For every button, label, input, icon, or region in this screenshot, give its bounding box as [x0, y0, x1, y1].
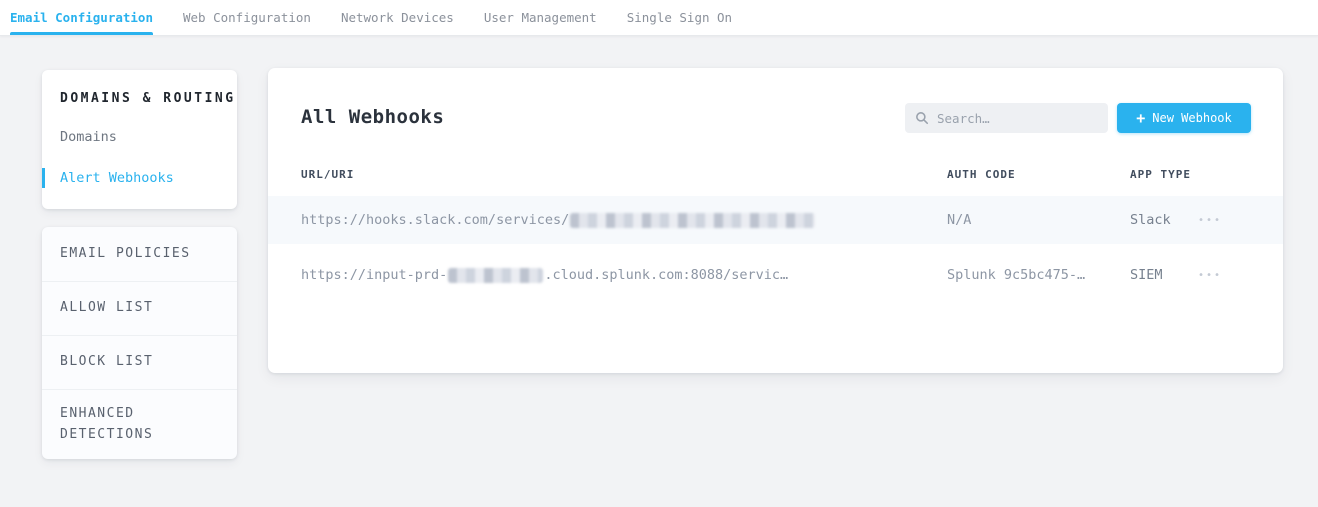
webhook-url-prefix: https://hooks.slack.com/services/ [301, 212, 569, 228]
redacted-url-segment [570, 213, 815, 228]
webhook-url-suffix: .cloud.splunk.com:8088/servic… [544, 267, 788, 283]
page-title: All Webhooks [301, 106, 444, 128]
sidebar-item-enhanced-detections[interactable]: ENHANCED DETECTIONS [42, 389, 237, 459]
tab-network-devices[interactable]: Network Devices [341, 0, 454, 35]
tab-web-configuration[interactable]: Web Configuration [183, 0, 311, 35]
webhook-auth-code-cell: Splunk 9c5bc475-… [947, 244, 1085, 306]
webhook-app-type-cell: Slack [1130, 196, 1171, 244]
new-webhook-button[interactable]: + New Webhook [1117, 103, 1251, 133]
webhook-url-prefix: https://input-prd- [301, 267, 447, 283]
redacted-url-segment [448, 268, 543, 283]
plus-icon: + [1136, 111, 1145, 126]
table-row[interactable]: https://input-prd- .cloud.splunk.com:808… [268, 244, 1283, 306]
sidebar-item-label: BLOCK LIST [60, 352, 153, 373]
row-actions-menu-button[interactable]: ••• [1198, 244, 1222, 306]
column-header-url: URL/URI [301, 168, 354, 181]
sidebar-item-block-list[interactable]: BLOCK LIST [42, 335, 237, 389]
sidebar-section-stack: EMAIL POLICIES ALLOW LIST BLOCK LIST ENH… [42, 227, 237, 459]
tab-single-sign-on[interactable]: Single Sign On [627, 0, 732, 35]
column-header-auth-code: AUTH CODE [947, 168, 1016, 181]
sidebar-item-label: ENHANCED DETECTIONS [60, 404, 192, 446]
domains-routing-card: DOMAINS & ROUTING Domains Alert Webhooks [42, 70, 237, 209]
domains-routing-heading: DOMAINS & ROUTING [42, 91, 237, 106]
column-header-app-type: APP TYPE [1130, 168, 1191, 181]
sidebar-item-allow-list[interactable]: ALLOW LIST [42, 281, 237, 335]
tab-user-management[interactable]: User Management [484, 0, 597, 35]
webhook-url-cell: https://hooks.slack.com/services/ [301, 196, 816, 244]
webhook-table-header: URL/URI AUTH CODE APP TYPE [268, 168, 1283, 194]
all-webhooks-card: All Webhooks + New Webhook URL/URI AUTH … [268, 68, 1283, 373]
sidebar-item-alert-webhooks[interactable]: Alert Webhooks [42, 168, 237, 188]
webhook-url-cell: https://input-prd- .cloud.splunk.com:808… [301, 244, 788, 306]
webhook-app-type-cell: SIEM [1130, 244, 1163, 306]
row-actions-menu-button[interactable]: ••• [1198, 196, 1222, 244]
sidebar-item-label: EMAIL POLICIES [60, 244, 191, 265]
ellipsis-icon: ••• [1198, 270, 1222, 281]
search-input[interactable] [937, 111, 1098, 126]
webhook-search[interactable] [905, 103, 1108, 133]
search-icon [915, 111, 929, 125]
sidebar-item-label: ALLOW LIST [60, 298, 153, 319]
webhook-auth-code-cell: N/A [947, 196, 971, 244]
sidebar-item-email-policies[interactable]: EMAIL POLICIES [42, 227, 237, 281]
top-nav: Email Configuration Web Configuration Ne… [0, 0, 1318, 36]
table-row[interactable]: https://hooks.slack.com/services/ N/A Sl… [268, 196, 1283, 244]
ellipsis-icon: ••• [1198, 215, 1222, 226]
tab-email-configuration[interactable]: Email Configuration [10, 0, 153, 35]
sidebar-item-domains[interactable]: Domains [42, 127, 237, 147]
new-webhook-button-label: New Webhook [1152, 111, 1231, 125]
